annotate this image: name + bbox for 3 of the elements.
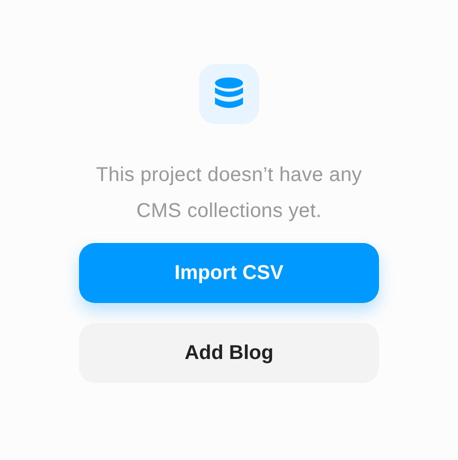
- empty-state-message: This project doesn’t have any CMS collections yet.: [95, 163, 363, 224]
- add-button[interactable]: Add Blog: [79, 323, 379, 383]
- database-icon: [214, 77, 244, 111]
